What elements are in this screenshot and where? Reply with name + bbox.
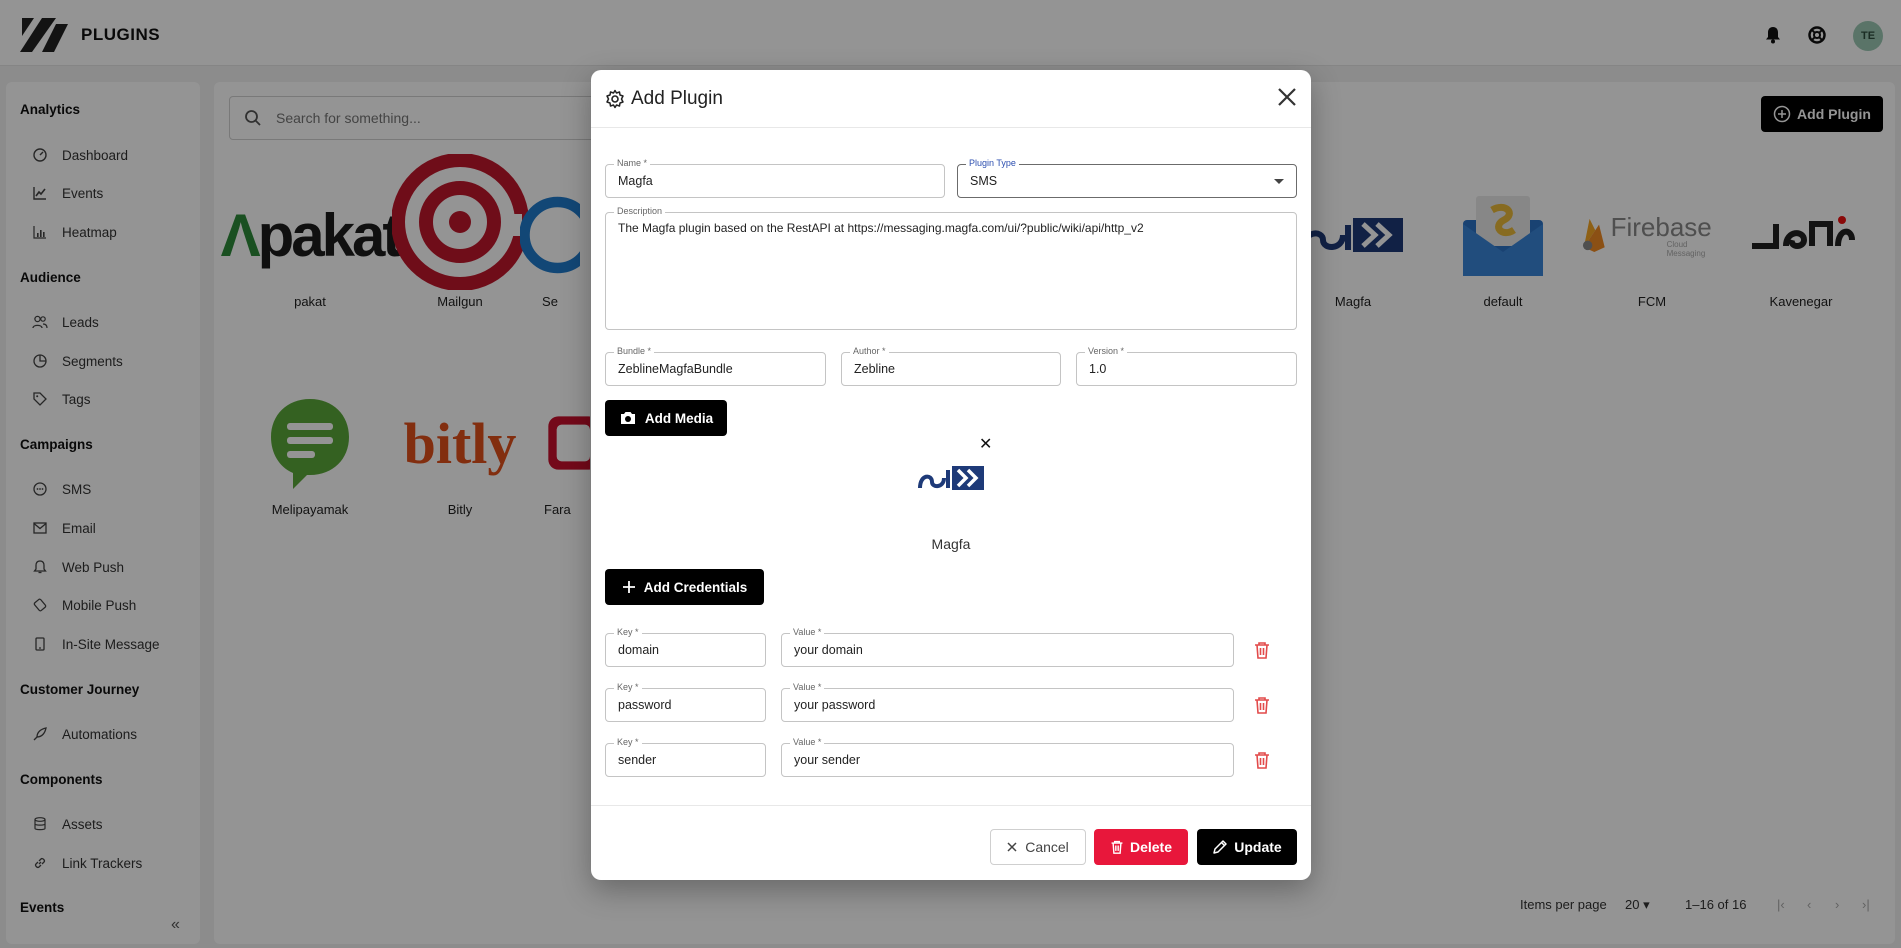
value-label: Value *: [790, 682, 825, 692]
author-field[interactable]: Author * Zebline: [841, 346, 1061, 386]
bundle-field[interactable]: Bundle * ZeblineMagfaBundle: [605, 346, 826, 386]
update-button[interactable]: Update: [1197, 829, 1297, 865]
add-media-button[interactable]: Add Media: [605, 400, 727, 436]
add-credentials-label: Add Credentials: [643, 579, 748, 595]
camera-icon: [620, 412, 635, 424]
value-value: your password: [794, 698, 876, 712]
credential-key-field[interactable]: Key * password: [605, 682, 766, 722]
media-name: Magfa: [931, 536, 971, 552]
chevron-down-icon: [1274, 179, 1284, 184]
name-value: Magfa: [618, 174, 653, 188]
trash-icon[interactable]: [1253, 750, 1271, 770]
description-label: Description: [614, 206, 666, 216]
name-label: Name *: [614, 158, 651, 168]
trash-icon: [1111, 840, 1123, 854]
plugin-type-label: Plugin Type: [966, 158, 1019, 168]
credential-value-field[interactable]: Value * your sender: [781, 737, 1234, 777]
plugin-type-select[interactable]: Plugin Type SMS: [957, 158, 1297, 198]
key-label: Key *: [614, 737, 642, 747]
bundle-label: Bundle *: [614, 346, 655, 356]
credential-value-field[interactable]: Value * your domain: [781, 627, 1234, 667]
remove-media-icon[interactable]: ✕: [979, 434, 992, 454]
delete-label: Delete: [1129, 839, 1173, 855]
credential-key-field[interactable]: Key * sender: [605, 737, 766, 777]
key-label: Key *: [614, 682, 642, 692]
close-icon: [1007, 842, 1017, 852]
add-media-label: Add Media: [644, 410, 714, 426]
cancel-label: Cancel: [1025, 839, 1069, 855]
close-icon[interactable]: [1274, 84, 1300, 110]
version-field[interactable]: Version * 1.0: [1076, 346, 1297, 386]
version-value: 1.0: [1089, 362, 1107, 376]
pencil-icon: [1213, 840, 1228, 854]
trash-icon[interactable]: [1253, 695, 1271, 715]
update-label: Update: [1234, 839, 1282, 855]
plugin-type-value: SMS: [970, 174, 998, 188]
description-value: The Magfa plugin based on the RestAPI at…: [618, 221, 1144, 235]
key-label: Key *: [614, 627, 642, 637]
credential-key-field[interactable]: Key * domain: [605, 627, 766, 667]
magfa-media-preview: [918, 466, 984, 490]
author-value: Zebline: [854, 362, 895, 376]
description-textarea[interactable]: Description The Magfa plugin based on th…: [605, 206, 1297, 330]
modal-header: Add Plugin: [591, 70, 1311, 128]
key-value: domain: [618, 643, 659, 657]
cancel-button[interactable]: Cancel: [990, 829, 1086, 865]
bundle-value: ZeblineMagfaBundle: [618, 362, 733, 376]
value-label: Value *: [790, 737, 825, 747]
key-value: sender: [618, 753, 657, 767]
author-label: Author *: [850, 346, 889, 356]
plus-icon: [622, 581, 635, 593]
value-value: your sender: [794, 753, 861, 767]
value-label: Value *: [790, 627, 825, 637]
gear-icon: [606, 89, 624, 109]
add-credentials-button[interactable]: Add Credentials: [605, 569, 764, 605]
modal-title: Add Plugin: [631, 88, 723, 109]
trash-icon[interactable]: [1253, 640, 1271, 660]
credential-value-field[interactable]: Value * your password: [781, 682, 1234, 722]
delete-button[interactable]: Delete: [1094, 829, 1188, 865]
name-field[interactable]: Name * Magfa: [605, 158, 945, 198]
value-value: your domain: [794, 643, 863, 657]
key-value: password: [618, 698, 672, 712]
add-plugin-modal: Add Plugin Name * Magfa Plugin Type SMS …: [591, 70, 1311, 880]
version-label: Version *: [1085, 346, 1128, 356]
